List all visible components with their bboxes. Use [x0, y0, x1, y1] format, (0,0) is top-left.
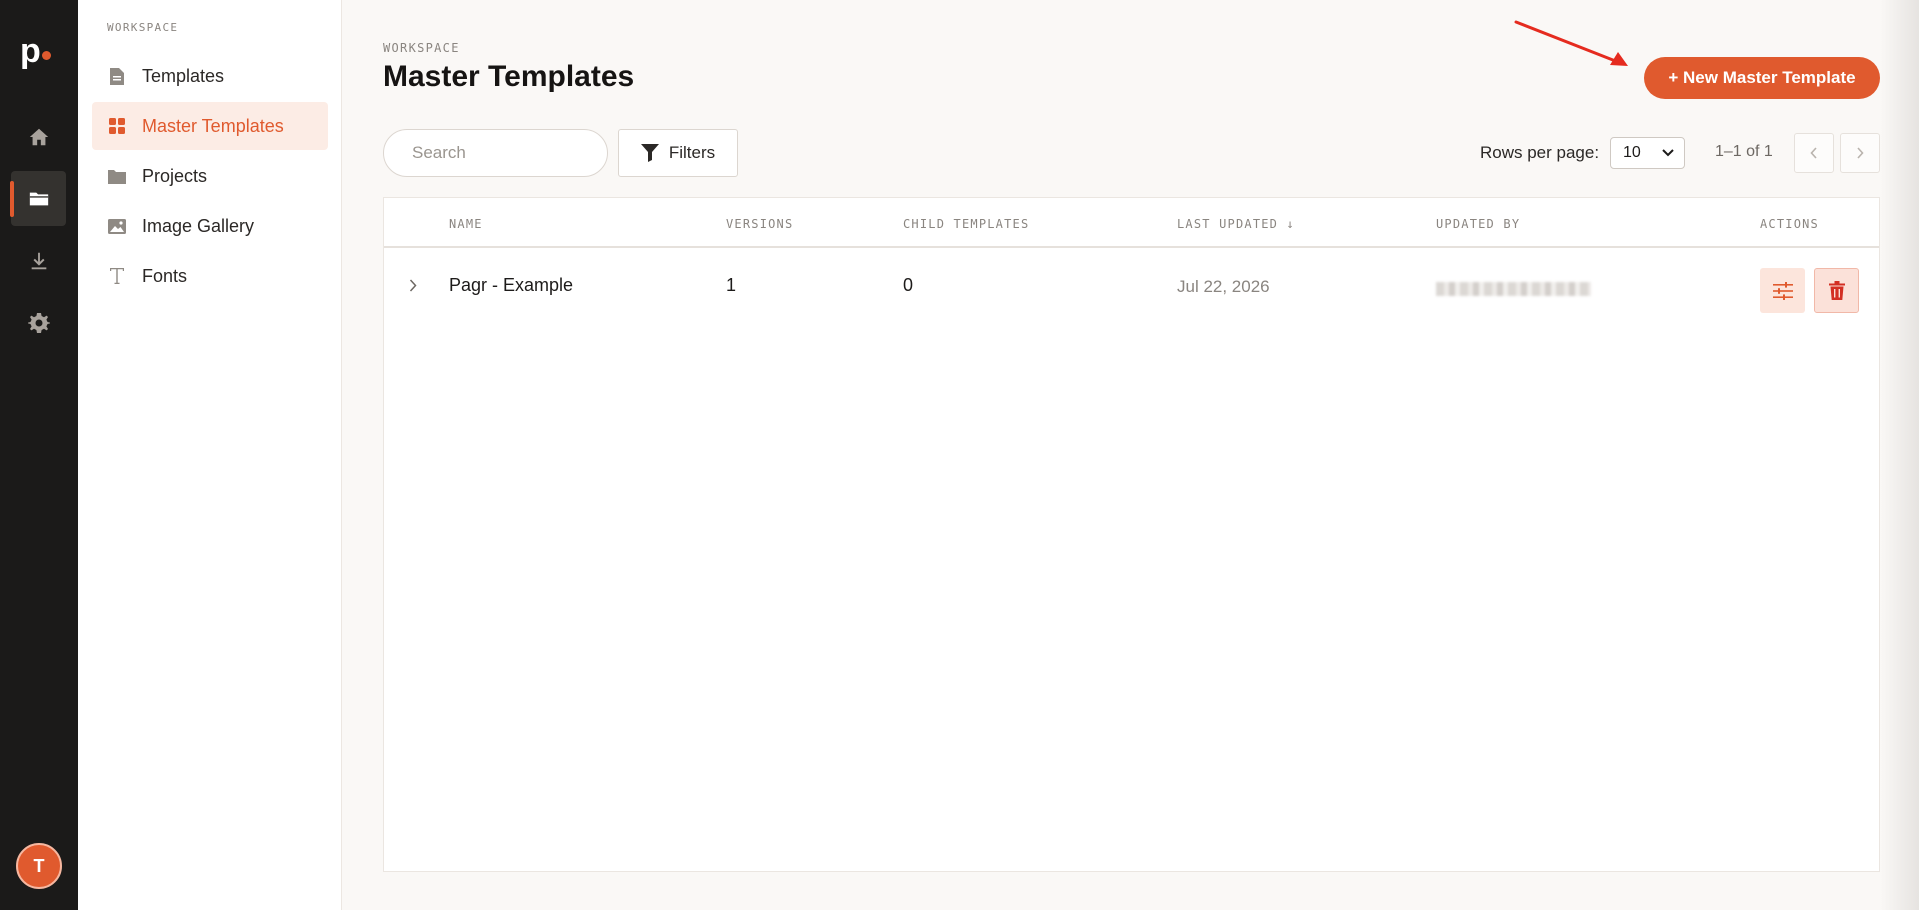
delete-action-button[interactable]: [1814, 268, 1859, 313]
logo-letter: p: [20, 32, 41, 70]
rail-download-button[interactable]: [11, 233, 66, 288]
avatar[interactable]: T: [16, 843, 62, 889]
type-icon: [108, 267, 126, 285]
search-input[interactable]: [383, 129, 608, 177]
settings-action-button[interactable]: [1760, 268, 1805, 313]
filters-button[interactable]: Filters: [618, 129, 738, 177]
expand-row-button[interactable]: [406, 278, 420, 292]
app-rail: p T: [0, 0, 78, 910]
column-header-updated-by[interactable]: UPDATED BY: [1436, 217, 1520, 231]
logo[interactable]: p: [20, 34, 60, 74]
workspace-sidebar: WORKSPACE Templates Master Templates Pro…: [78, 0, 342, 910]
new-master-template-label: + New Master Template: [1668, 68, 1856, 87]
sidebar-item-projects[interactable]: Projects: [92, 152, 328, 200]
new-master-template-button[interactable]: + New Master Template: [1644, 57, 1880, 99]
avatar-initial: T: [33, 855, 45, 876]
column-header-actions: ACTIONS: [1760, 217, 1819, 231]
rail-settings-button[interactable]: [11, 295, 66, 350]
previous-page-button[interactable]: [1794, 133, 1834, 173]
master-templates-table: NAME VERSIONS CHILD TEMPLATES LAST UPDAT…: [383, 197, 1880, 872]
annotation-arrow-icon: [1514, 20, 1628, 66]
document-icon: [108, 67, 126, 85]
next-page-button[interactable]: [1840, 133, 1880, 173]
filters-label: Filters: [668, 143, 716, 162]
filter-icon: [640, 144, 659, 162]
rows-per-page-value: 10: [1623, 144, 1641, 161]
sidebar-item-master-templates[interactable]: Master Templates: [92, 102, 328, 150]
breadcrumb: WORKSPACE: [383, 41, 460, 55]
column-header-versions[interactable]: VERSIONS: [726, 217, 793, 231]
cell-updated-by-redacted: [1436, 282, 1591, 296]
sidebar-item-fonts[interactable]: Fonts: [92, 252, 328, 300]
page-title: Master Templates: [383, 60, 635, 93]
sidebar-section-label: WORKSPACE: [107, 21, 179, 34]
cell-last-updated: Jul 22, 2026: [1177, 277, 1270, 296]
rows-per-page-label: Rows per page:: [1480, 143, 1600, 162]
cell-name[interactable]: Pagr - Example: [449, 275, 573, 296]
sliders-icon: [1772, 281, 1793, 300]
column-header-last-updated[interactable]: LAST UPDATED ↓: [1177, 217, 1295, 231]
rows-per-page-select[interactable]: 10: [1610, 137, 1685, 169]
download-icon: [31, 252, 46, 269]
sidebar-item-image-gallery[interactable]: Image Gallery: [92, 202, 328, 250]
chevron-down-icon: [1662, 149, 1674, 157]
trash-icon: [1828, 281, 1845, 300]
sidebar-item-label: Projects: [142, 165, 208, 186]
column-header-name[interactable]: NAME: [449, 217, 483, 231]
chevron-right-icon: [1857, 147, 1864, 159]
sidebar-item-label: Master Templates: [142, 115, 284, 136]
image-icon: [108, 217, 126, 235]
logo-dot: [42, 51, 51, 60]
rail-home-button[interactable]: [11, 109, 66, 164]
column-header-child-templates[interactable]: CHILD TEMPLATES: [903, 217, 1029, 231]
sidebar-item-label: Fonts: [142, 265, 188, 286]
sidebar-item-templates[interactable]: Templates: [92, 52, 328, 100]
sidebar-item-label: Templates: [142, 65, 225, 86]
sidebar-item-label: Image Gallery: [142, 215, 255, 236]
chevron-right-icon: [409, 278, 417, 292]
cell-child-templates: 0: [903, 275, 914, 295]
gear-icon: [27, 312, 50, 333]
pagination-range: 1–1 of 1: [1715, 143, 1773, 160]
folder-icon: [108, 167, 126, 185]
home-icon: [29, 128, 48, 145]
table-row[interactable]: Pagr - Example 1 0 Jul 22, 2026: [384, 250, 1879, 330]
rail-projects-button[interactable]: [10, 171, 66, 226]
table-header: NAME VERSIONS CHILD TEMPLATES LAST UPDAT…: [384, 198, 1879, 248]
cell-versions: 1: [726, 275, 737, 295]
chevron-left-icon: [1810, 147, 1817, 159]
folder-icon: [29, 192, 48, 205]
grid-icon: [108, 117, 126, 135]
page-edge-shadow: [1880, 0, 1919, 910]
